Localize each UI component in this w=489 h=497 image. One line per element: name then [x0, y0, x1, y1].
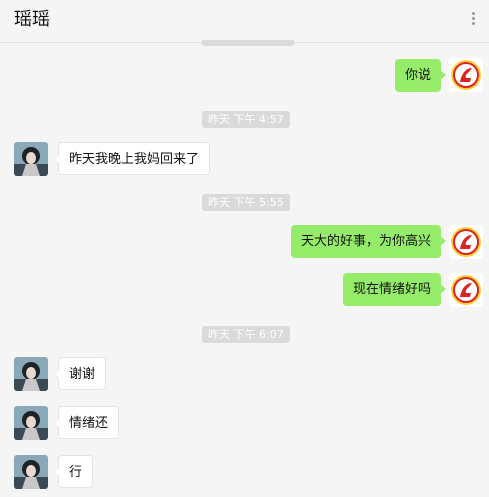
timestamp: 昨天 下午 5:55 [202, 194, 290, 211]
message-bubble-in[interactable]: 情绪还 [52, 406, 120, 439]
more-dots-icon[interactable] [467, 12, 479, 26]
self-avatar[interactable] [449, 58, 483, 92]
timestamp-cut [202, 40, 294, 46]
chat-header: 瑶瑶 [0, 0, 489, 43]
message-bubble-out[interactable]: 天大的好事，为你高兴 [290, 225, 447, 258]
contact-avatar[interactable] [14, 455, 48, 489]
self-avatar[interactable] [449, 273, 483, 307]
self-avatar[interactable] [449, 225, 483, 259]
message-bubble-in[interactable]: 昨天我晚上我妈回来了 [52, 142, 211, 175]
contact-avatar[interactable] [14, 406, 48, 440]
timestamp: 昨天 下午 6:07 [202, 326, 290, 343]
contact-avatar[interactable] [14, 142, 48, 176]
timestamp: 昨天 下午 4:57 [202, 111, 290, 128]
contact-avatar[interactable] [14, 357, 48, 391]
message-bubble-in[interactable]: 行 [52, 455, 94, 488]
chat-title: 瑶瑶 [14, 9, 50, 30]
message-bubble-out[interactable]: 现在情绪好吗 [342, 273, 447, 306]
message-bubble-in[interactable]: 谢谢 [52, 357, 107, 390]
message-bubble-out[interactable]: 你说 [394, 59, 447, 92]
